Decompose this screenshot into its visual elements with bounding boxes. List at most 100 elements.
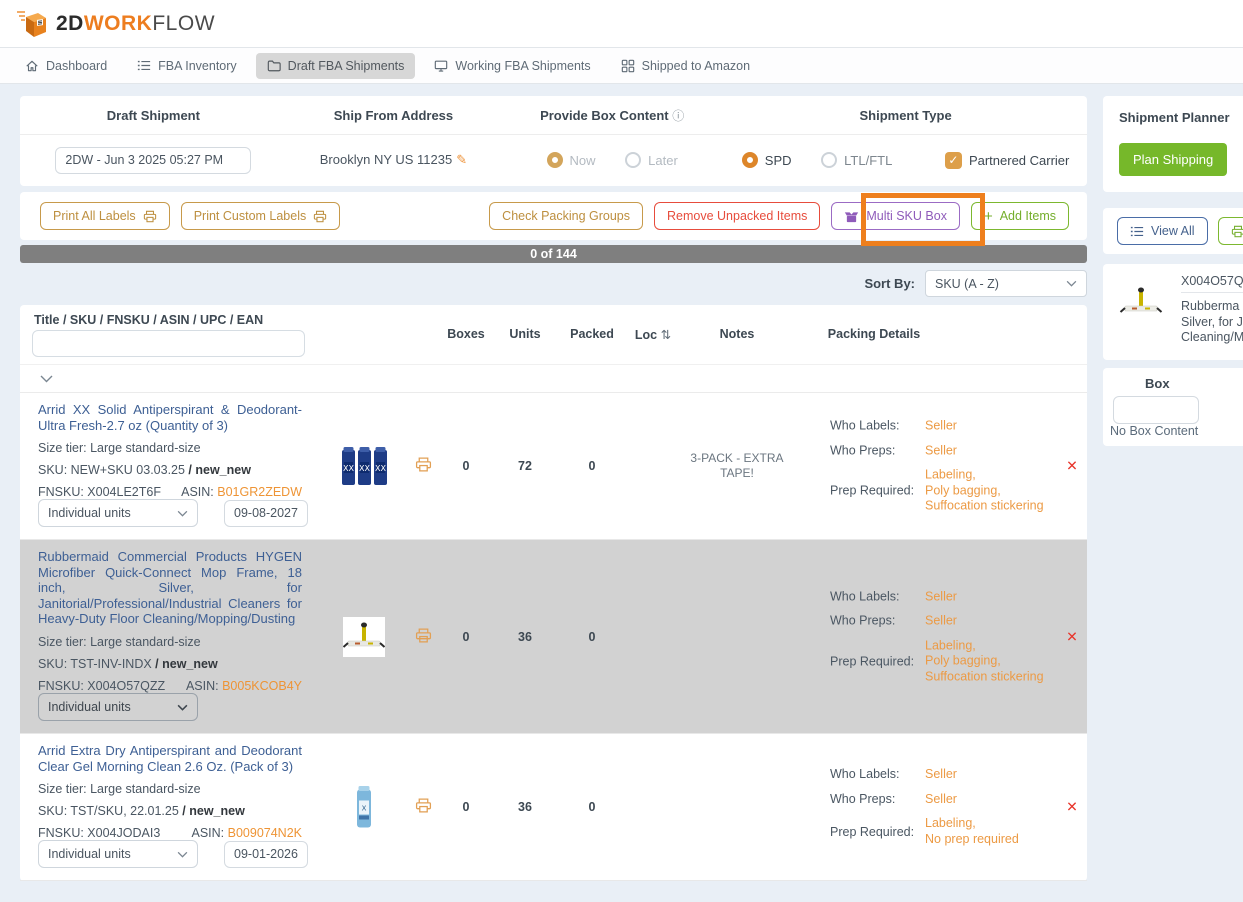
item-info: Rubbermaid Commercial Products HYGEN Mic… xyxy=(38,549,302,693)
unit-type-select[interactable]: Individual units xyxy=(38,499,198,527)
view-all-label: View All xyxy=(1151,224,1195,238)
item-controls: Individual units xyxy=(38,499,308,527)
item-ids: FNSKU: X004O57QZZ ASIN: B005KCOB4Y xyxy=(38,679,302,693)
col-loc[interactable]: Loc ⇅ xyxy=(635,327,671,342)
print-box-button[interactable]: Pr xyxy=(1218,217,1243,245)
multi-sku-box-button[interactable]: Multi SKU Box xyxy=(831,202,960,230)
radio-spd xyxy=(742,152,758,168)
edit-address-icon[interactable]: ✎ xyxy=(456,152,467,167)
col-boxes: Boxes xyxy=(447,327,485,341)
add-items-button[interactable]: + Add Items xyxy=(971,202,1069,230)
plan-shipping-button[interactable]: Plan Shipping xyxy=(1119,143,1227,176)
product-image: XX XX XX xyxy=(335,446,393,486)
prep-required-value: Labeling, Poly bagging, Suffocation stic… xyxy=(925,467,1044,514)
who-preps-value: Seller xyxy=(925,613,957,629)
sort-select[interactable]: SKU (A - Z) xyxy=(925,270,1087,297)
partnered-carrier-checkbox[interactable]: ✓ Partnered Carrier xyxy=(945,152,1069,169)
table-header: Title / SKU / FNSKU / ASIN / UPC / EAN B… xyxy=(20,305,1087,365)
app-logo: 2DWORKFLOW xyxy=(16,9,215,39)
boxes-value: 0 xyxy=(463,459,470,473)
unit-type-select[interactable]: Individual units xyxy=(38,693,198,721)
shipment-type-ltl-radio[interactable]: LTL/FTL xyxy=(821,152,892,168)
draft-shipment-name-input[interactable] xyxy=(55,147,251,174)
asin-link[interactable]: B009074N2K xyxy=(228,826,302,840)
printer-icon xyxy=(415,627,432,643)
chevron-down-icon xyxy=(177,704,188,711)
now-label: Now xyxy=(570,153,596,168)
nav-shipped-to-amazon[interactable]: Shipped to Amazon xyxy=(610,53,761,79)
packing-details: Who Labels:Seller Who Preps:Seller Prep … xyxy=(830,589,1075,685)
packing-details: Who Labels:Seller Who Preps:Seller Prep … xyxy=(830,767,1075,847)
check-packing-groups-button[interactable]: Check Packing Groups xyxy=(489,202,643,230)
unit-type-select[interactable]: Individual units xyxy=(38,840,198,868)
printer-icon xyxy=(415,457,432,473)
shipment-type-spd-radio[interactable]: SPD xyxy=(742,152,792,168)
item-row: Arrid XX Solid Antiperspirant & Deodoran… xyxy=(20,393,1087,540)
item-fnsku: FNSKU: X004O57QZZ xyxy=(38,679,186,693)
remove-item-icon[interactable]: ✕ xyxy=(1066,628,1078,645)
item-notes: 3-PACK - EXTRA TAPE! xyxy=(678,451,796,481)
item-title[interactable]: Arrid XX Solid Antiperspirant & Deodoran… xyxy=(38,402,302,433)
col-units: Units xyxy=(509,327,540,341)
shipment-type-heading: Shipment Type xyxy=(724,108,1087,123)
item-ids: FNSKU: X004LE2T6F ASIN: B01GR2ZEDW xyxy=(38,485,302,499)
print-all-labels-button[interactable]: Print All Labels xyxy=(40,202,170,230)
remove-unpacked-items-button[interactable]: Remove Unpacked Items xyxy=(654,202,820,230)
view-all-button[interactable]: View All xyxy=(1117,217,1208,245)
expiry-date-input[interactable] xyxy=(224,841,308,868)
asin-link[interactable]: B01GR2ZEDW xyxy=(217,485,302,499)
no-box-content-label: No Box Content xyxy=(1110,424,1198,438)
print-item-label-button[interactable] xyxy=(415,627,432,646)
who-preps-value: Seller xyxy=(925,792,957,808)
item-title[interactable]: Rubbermaid Commercial Products HYGEN Mic… xyxy=(38,549,302,627)
spd-label: SPD xyxy=(765,153,792,168)
remove-item-icon[interactable]: ✕ xyxy=(1066,458,1078,475)
box-heading: Box xyxy=(1145,376,1243,391)
add-items-label: Add Items xyxy=(1000,209,1056,223)
product-summary: X004O57Q Rubberma Silver, for J Cleaning… xyxy=(1181,274,1243,350)
item-sku: SKU: TST/SKU, 22.01.25 / new_new xyxy=(38,804,302,818)
item-sku: SKU: TST-INV-INDX / new_new xyxy=(38,657,302,671)
selected-product-card: X004O57Q Rubberma Silver, for J Cleaning… xyxy=(1103,264,1243,360)
item-fnsku: FNSKU: X004LE2T6F xyxy=(38,485,181,499)
product-image xyxy=(335,617,393,657)
item-asin: ASIN: B005KCOB4Y xyxy=(186,679,302,693)
product-image xyxy=(1113,274,1169,350)
item-size-tier: Size tier: Large standard-size xyxy=(38,782,302,796)
item-row-selected: Rubbermaid Commercial Products HYGEN Mic… xyxy=(20,540,1087,734)
box-content-now-radio[interactable]: Now xyxy=(547,152,596,168)
print-item-label-button[interactable] xyxy=(415,457,432,476)
nav-working-fba-shipments[interactable]: Working FBA Shipments xyxy=(423,53,601,79)
search-column-heading: Title / SKU / FNSKU / ASIN / UPC / EAN xyxy=(34,313,263,327)
asin-link[interactable]: B005KCOB4Y xyxy=(222,679,302,693)
expiry-date-input[interactable] xyxy=(224,500,308,527)
sort-row: Sort By: SKU (A - Z) xyxy=(20,270,1087,297)
nav-fba-inventory[interactable]: FBA Inventory xyxy=(126,53,248,79)
units-value: 36 xyxy=(518,800,532,814)
item-title[interactable]: Arrid Extra Dry Antiperspirant and Deodo… xyxy=(38,743,302,774)
config-headings: Draft Shipment Ship From Address Provide… xyxy=(20,96,1087,135)
remove-item-icon[interactable]: ✕ xyxy=(1066,799,1078,816)
who-labels-value: Seller xyxy=(925,589,957,605)
boxes-value: 0 xyxy=(463,630,470,644)
print-custom-labels-button[interactable]: Print Custom Labels xyxy=(181,202,341,230)
expand-all-row[interactable] xyxy=(20,365,1087,393)
print-item-label-button[interactable] xyxy=(415,798,432,817)
box-number-input[interactable] xyxy=(1113,396,1199,424)
info-icon[interactable]: ⓘ xyxy=(672,109,684,123)
item-info: Arrid Extra Dry Antiperspirant and Deodo… xyxy=(38,743,302,840)
product-title-line: Silver, for J xyxy=(1181,315,1243,331)
ship-from-address: Brooklyn NY US 11235 xyxy=(320,152,452,167)
svg-text:X: X xyxy=(362,805,367,813)
item-search-input[interactable] xyxy=(32,330,305,357)
svg-text:XX: XX xyxy=(375,464,386,473)
box-content-later-radio[interactable]: Later xyxy=(625,152,678,168)
partnered-carrier-label: Partnered Carrier xyxy=(969,153,1069,168)
nav-dashboard[interactable]: Dashboard xyxy=(14,53,118,79)
nav-draft-fba-shipments[interactable]: Draft FBA Shipments xyxy=(256,53,416,79)
product-image: X xyxy=(335,785,393,830)
chevron-down-icon xyxy=(40,375,53,383)
who-preps-label: Who Preps: xyxy=(830,613,925,629)
box-content-heading: Provide Box Content ⓘ xyxy=(500,107,724,124)
item-controls: Individual units xyxy=(38,840,308,868)
